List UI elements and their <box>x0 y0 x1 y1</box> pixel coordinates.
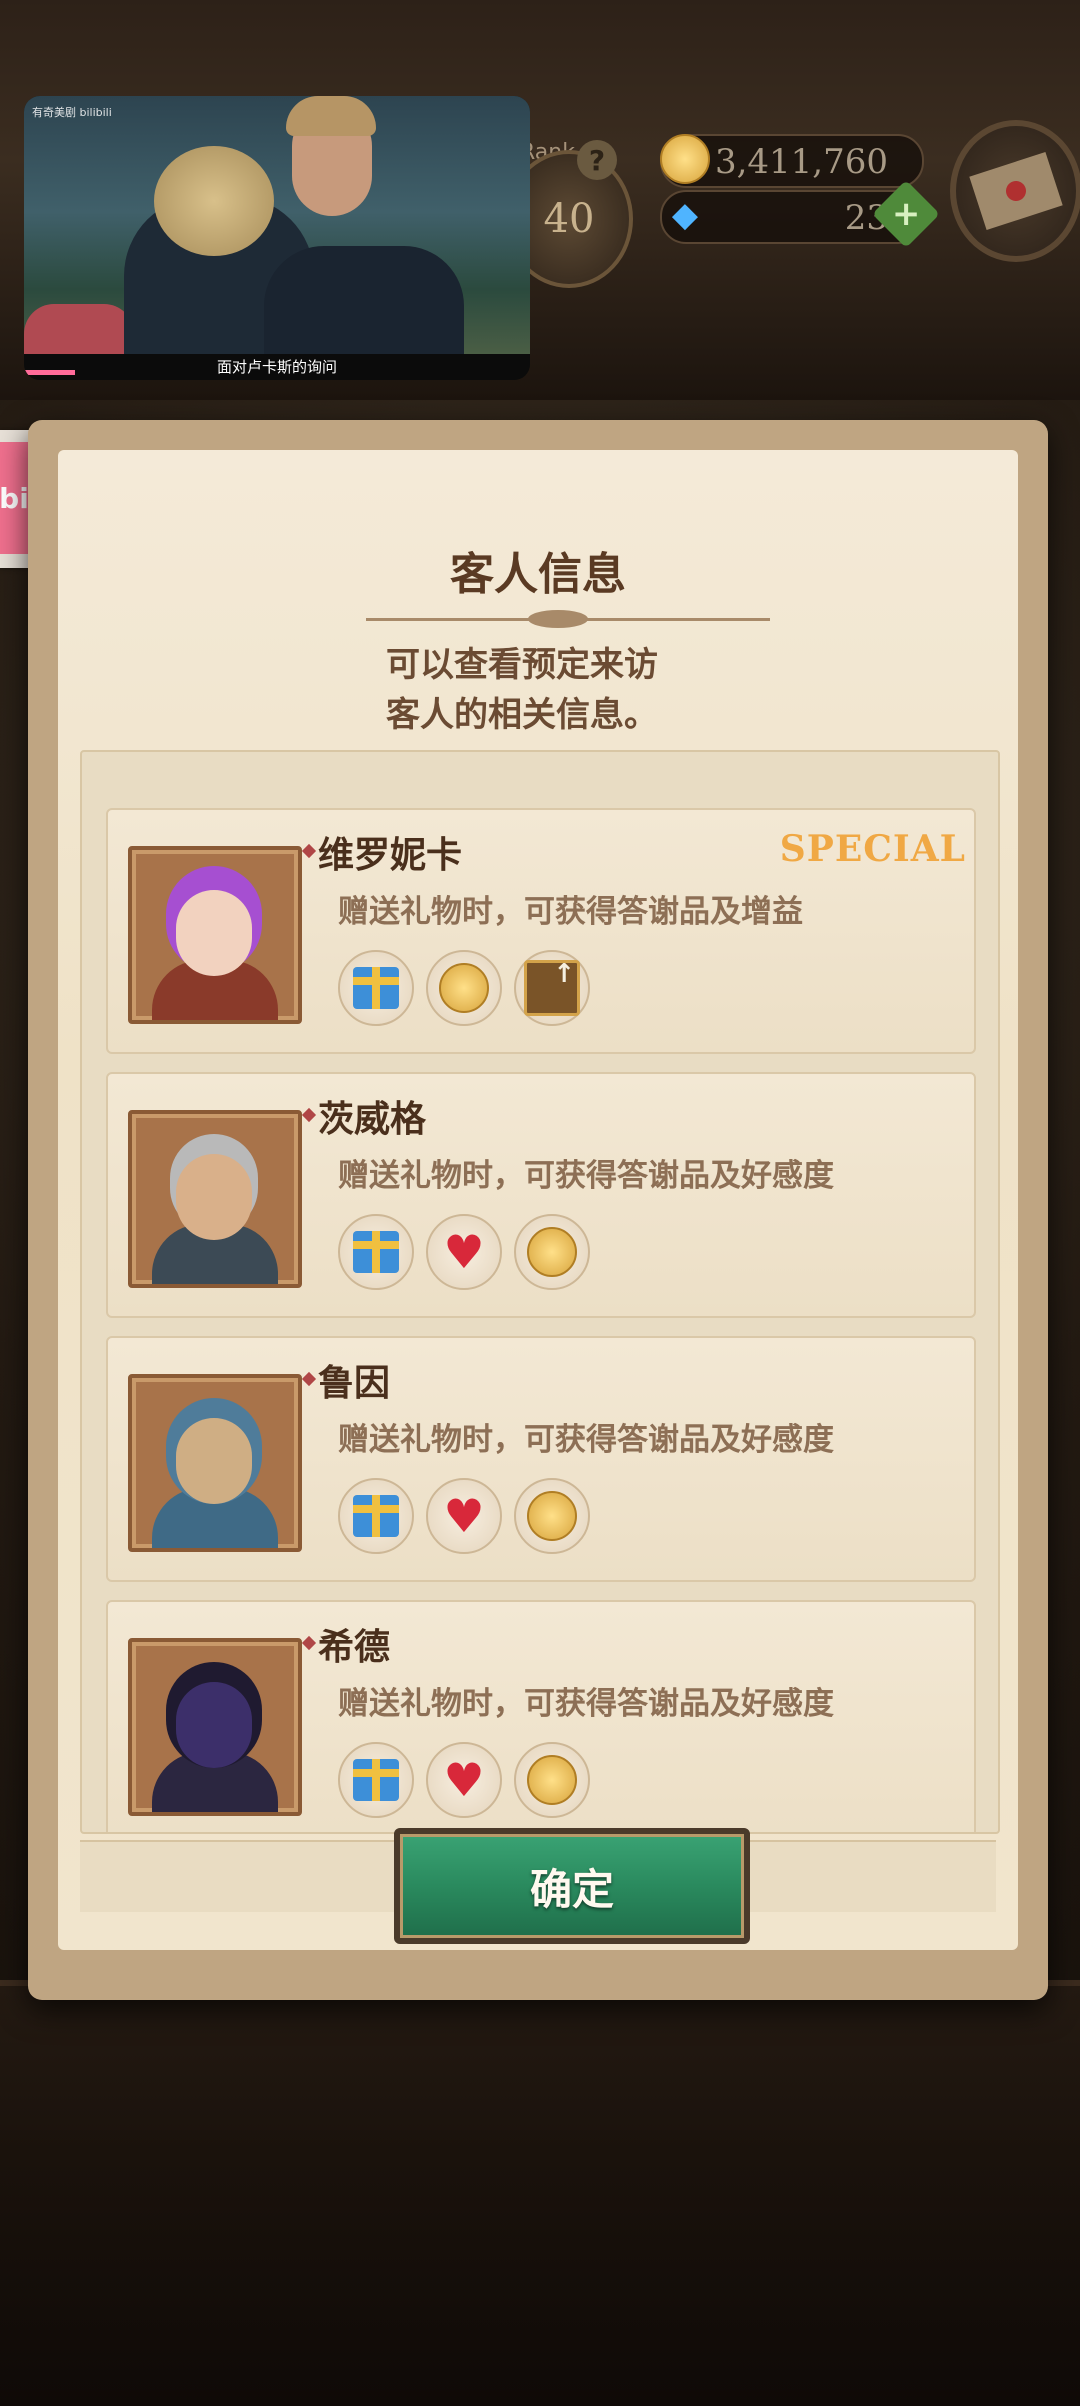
guest-portrait <box>128 846 302 1024</box>
envelope-icon <box>969 152 1063 230</box>
guest-name: 鲁因 <box>318 1363 391 1404</box>
coin-icon[interactable] <box>514 1478 590 1554</box>
heart-icon[interactable]: ♥ <box>426 1214 502 1290</box>
gift-icon[interactable] <box>338 1742 414 1818</box>
help-icon[interactable]: ? <box>577 140 617 180</box>
guest-name: 希德 <box>318 1627 391 1668</box>
guest-card[interactable]: 鲁因 赠送礼物时，可获得答谢品及好感度 ♥ <box>106 1336 976 1582</box>
guest-portrait <box>128 1110 302 1288</box>
guest-name: 维罗妮卡 <box>318 835 463 876</box>
heart-icon[interactable]: ♥ <box>426 1742 502 1818</box>
heart-icon[interactable]: ♥ <box>426 1478 502 1554</box>
coin-icon[interactable] <box>514 1214 590 1290</box>
video-progress <box>24 370 75 375</box>
guest-info-dialog: 客人信息 可以查看预定来访 客人的相关信息。 维罗妮卡 SPECIAL 赠送礼物… <box>28 420 1048 2000</box>
confirm-button[interactable]: 确定 <box>394 1828 750 1944</box>
bullet-icon <box>301 1107 317 1123</box>
ornament-icon <box>528 610 588 628</box>
coin-icon <box>658 132 712 186</box>
coin-icon[interactable] <box>514 1742 590 1818</box>
mail-button[interactable] <box>950 120 1080 262</box>
bullet-icon <box>301 843 317 859</box>
gold-value: 3,411,760 <box>714 142 888 182</box>
dialog-title: 客人信息 <box>450 549 626 600</box>
guest-description: 赠送礼物时，可获得答谢品及好感度 <box>338 1158 834 1194</box>
guest-description: 赠送礼物时，可获得答谢品及增益 <box>338 894 803 930</box>
background-bottom <box>0 1980 1080 2406</box>
boost-icon[interactable] <box>514 950 590 1026</box>
guest-description: 赠送礼物时，可获得答谢品及好感度 <box>338 1422 834 1458</box>
special-badge: SPECIAL <box>779 828 966 870</box>
video-caption: 面对卢卡斯的询问 <box>24 354 530 380</box>
video-logo: 有奇美剧 bilibili <box>32 106 112 119</box>
gem-counter: ◆ 23 + <box>660 180 940 248</box>
guest-name: 茨威格 <box>318 1099 427 1140</box>
rank-value: 40 <box>543 196 595 242</box>
bullet-icon <box>301 1371 317 1387</box>
bullet-icon <box>301 1635 317 1651</box>
video-overlay[interactable]: 有奇美剧 bilibili 面对卢卡斯的询问 <box>24 96 530 380</box>
dialog-subtitle: 可以查看预定来访 客人的相关信息。 <box>386 645 658 735</box>
video-frame <box>24 96 530 376</box>
coin-icon[interactable] <box>426 950 502 1026</box>
dialog-paper: 客人信息 可以查看预定来访 客人的相关信息。 维罗妮卡 SPECIAL 赠送礼物… <box>58 450 1018 1950</box>
gem-icon: ◆ <box>671 195 699 235</box>
guest-portrait <box>128 1374 302 1552</box>
guest-description: 赠送礼物时，可获得答谢品及好感度 <box>338 1686 834 1722</box>
gift-icon[interactable] <box>338 950 414 1026</box>
gold-counter: 3,411,760 <box>660 134 924 188</box>
guest-card[interactable]: 茨威格 赠送礼物时，可获得答谢品及好感度 ♥ <box>106 1072 976 1318</box>
guest-list[interactable]: 维罗妮卡 SPECIAL 赠送礼物时，可获得答谢品及增益 茨威格 赠送礼物时，可… <box>80 750 1000 1834</box>
gift-icon[interactable] <box>338 1478 414 1554</box>
confirm-label: 确定 <box>529 1864 614 1914</box>
guest-card[interactable]: 希德 赠送礼物时，可获得答谢品及好感度 ♥ <box>106 1600 976 1832</box>
guest-card[interactable]: 维罗妮卡 SPECIAL 赠送礼物时，可获得答谢品及增益 <box>106 808 976 1054</box>
gift-icon[interactable] <box>338 1214 414 1290</box>
guest-portrait <box>128 1638 302 1816</box>
